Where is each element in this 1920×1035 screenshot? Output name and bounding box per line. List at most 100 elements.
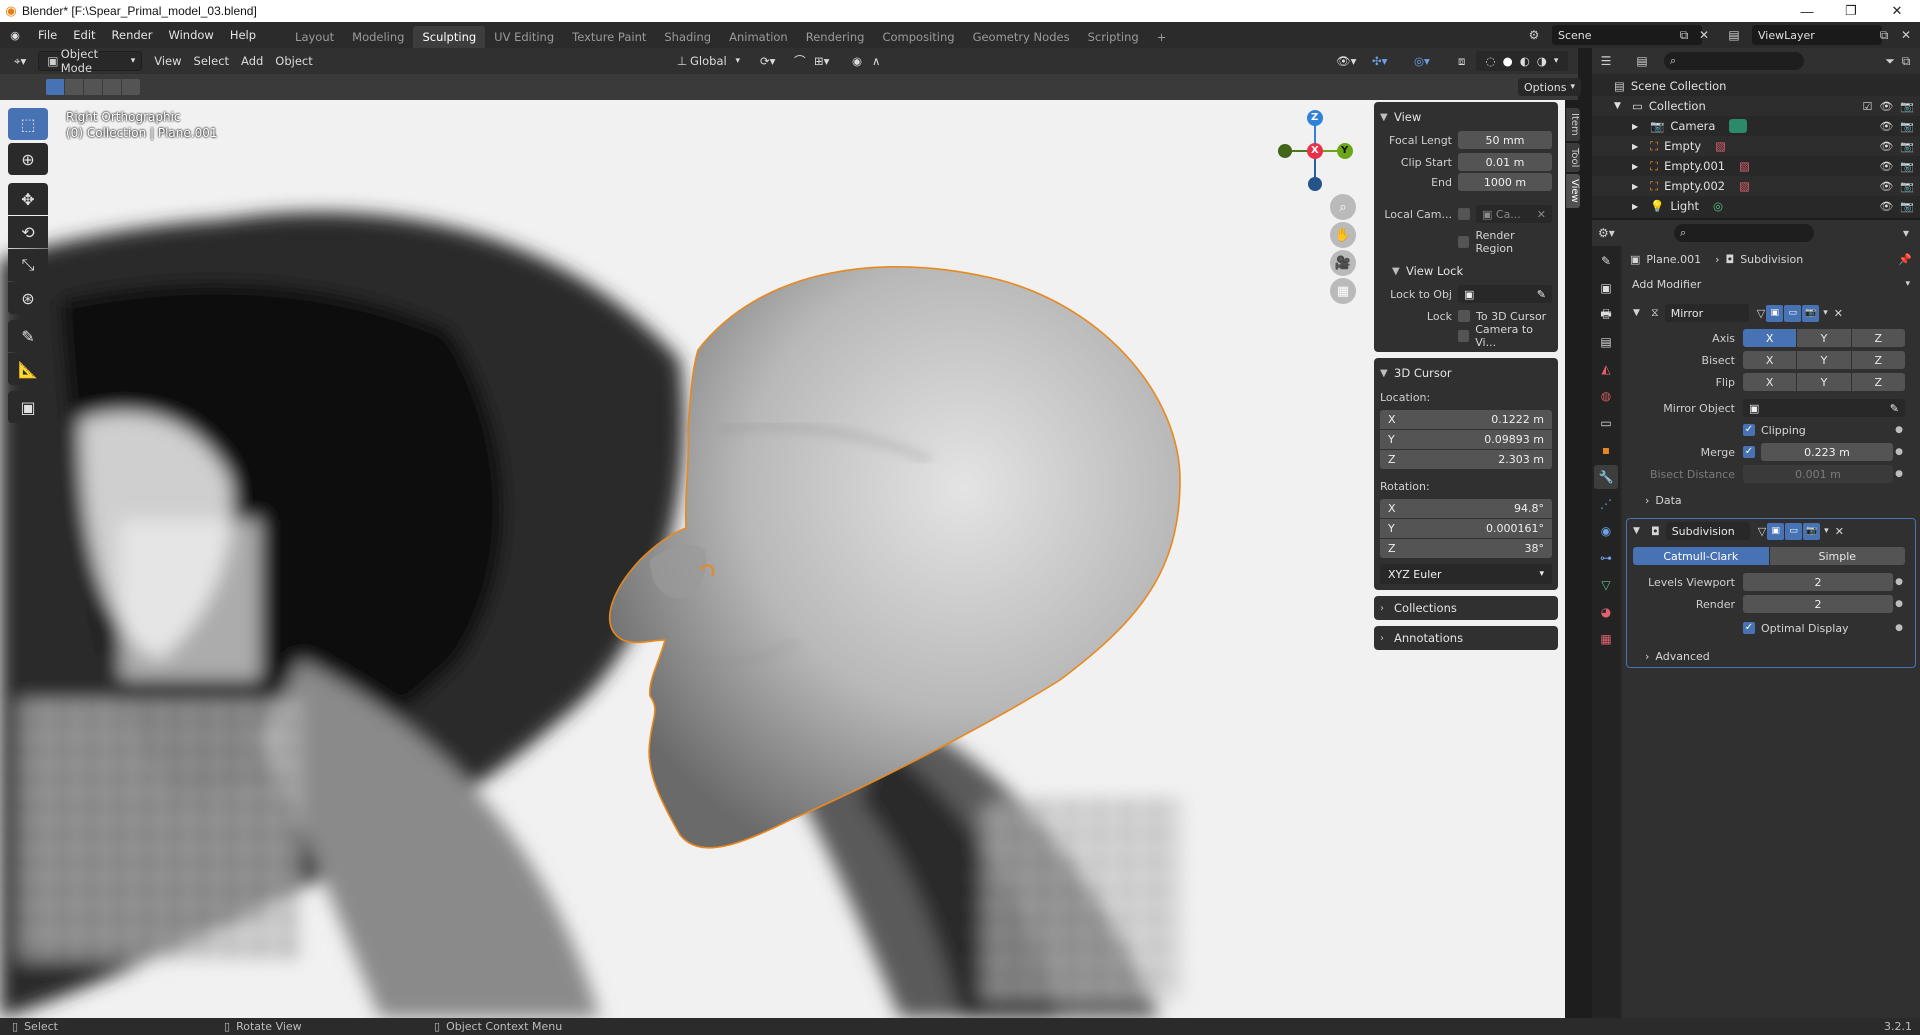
select-intersect-icon[interactable]: [122, 79, 140, 95]
bisect-y-toggle[interactable]: Y: [1797, 351, 1851, 369]
mode-selector[interactable]: ▣ Object Mode ▾: [38, 47, 143, 75]
chevron-right-icon[interactable]: ▶: [1632, 202, 1644, 211]
keyframe-dot-icon[interactable]: ●: [1893, 577, 1905, 587]
gizmo-toggle-icon[interactable]: ✣▾: [1366, 51, 1393, 71]
clip-start-field[interactable]: 0.01 m: [1458, 153, 1552, 171]
rotation-mode-dropdown[interactable]: XYZ Euler ▾: [1380, 564, 1552, 584]
local-camera-checkbox[interactable]: [1458, 208, 1470, 220]
cursor-rotation-x[interactable]: X 94.8°: [1380, 499, 1552, 518]
maximize-icon[interactable]: ❐: [1828, 0, 1874, 22]
tab-compositing[interactable]: Compositing: [873, 26, 963, 48]
chevron-down-icon[interactable]: ▾: [1898, 225, 1914, 241]
render-region-checkbox[interactable]: [1458, 236, 1470, 248]
edit-mode-cage-icon[interactable]: ▽: [1757, 307, 1765, 320]
material-tab-icon[interactable]: ◕: [1594, 600, 1618, 624]
zoom-icon[interactable]: ⌕: [1330, 194, 1356, 220]
outliner-item-empty-001[interactable]: ▶ ⛶ Empty.001 ▧ 👁 📷: [1592, 156, 1920, 176]
visibility-icon[interactable]: 👁▾: [1330, 51, 1362, 71]
camera-render-icon[interactable]: 📷: [1900, 100, 1914, 113]
falloff-icon[interactable]: ∧: [866, 51, 886, 71]
menu-select[interactable]: Select: [188, 51, 235, 71]
editor-type-icon[interactable]: ⚙▾: [1598, 225, 1615, 241]
new-scene-icon[interactable]: ⧉: [1676, 27, 1692, 43]
focal-length-field[interactable]: 50 mm: [1458, 131, 1552, 149]
local-camera-field[interactable]: ▣ Ca... ✕: [1476, 205, 1552, 223]
move-icon[interactable]: ✥: [8, 183, 48, 215]
close-icon[interactable]: ✕: [1835, 525, 1844, 538]
data-subpanel[interactable]: › Data: [1627, 489, 1915, 511]
proportional-edit-icon[interactable]: ◉: [846, 51, 868, 71]
merge-checkbox[interactable]: ✓: [1743, 446, 1755, 458]
tab-item[interactable]: Item: [1566, 108, 1580, 141]
tab-tool[interactable]: Tool: [1566, 142, 1580, 173]
add-modifier-button[interactable]: Add Modifier ▾: [1626, 274, 1916, 294]
simple-toggle[interactable]: Simple: [1769, 547, 1905, 565]
add-workspace-icon[interactable]: +: [1148, 26, 1176, 48]
menu-view[interactable]: View: [148, 51, 187, 71]
tool-tab-icon[interactable]: ✎: [1594, 249, 1618, 273]
camera-render-icon[interactable]: 📷: [1900, 200, 1914, 213]
menu-help[interactable]: Help: [222, 22, 264, 48]
wireframe-shading-icon[interactable]: ◌: [1486, 54, 1496, 68]
options-dropdown[interactable]: Options ▾: [1518, 78, 1581, 96]
axis-y-toggle[interactable]: Y: [1797, 329, 1851, 347]
select-subtract-icon[interactable]: [84, 79, 102, 95]
constraints-tab-icon[interactable]: ⊶: [1594, 546, 1618, 570]
camera-to-view-checkbox[interactable]: [1458, 330, 1470, 342]
object-tab-icon[interactable]: ▪: [1594, 438, 1618, 462]
render-levels-field[interactable]: 2: [1743, 595, 1893, 613]
flip-x-toggle[interactable]: X: [1743, 373, 1797, 391]
chevron-down-icon[interactable]: ▼: [1633, 308, 1645, 318]
axis-x-toggle[interactable]: X: [1743, 329, 1797, 347]
render-icon[interactable]: 📷: [1803, 522, 1821, 540]
pin-icon[interactable]: 📌: [1898, 253, 1912, 266]
keyframe-dot-icon[interactable]: ●: [1893, 599, 1905, 609]
chevron-right-icon[interactable]: ▶: [1632, 182, 1644, 191]
outliner-item-empty[interactable]: ▶ ⛶ Empty ▧ 👁 📷: [1592, 136, 1920, 156]
outliner-collection[interactable]: ▼ ▭ Collection ☑ 👁 📷: [1592, 96, 1920, 116]
snap-target-icon[interactable]: ⊞▾: [808, 51, 835, 71]
editor-type-icon[interactable]: ☰: [1598, 53, 1614, 69]
render-tab-icon[interactable]: ▣: [1594, 276, 1618, 300]
display-mode-icon[interactable]: ▤: [1634, 53, 1650, 69]
chevron-down-icon[interactable]: ▼: [1633, 526, 1645, 536]
bisect-z-toggle[interactable]: Z: [1851, 351, 1905, 369]
realtime-icon[interactable]: ▭: [1785, 522, 1803, 540]
xray-icon[interactable]: ⧈: [1452, 51, 1471, 71]
camera-render-icon[interactable]: 📷: [1900, 160, 1914, 173]
image-data-icon[interactable]: ▧: [1715, 139, 1726, 153]
chevron-right-icon[interactable]: ▶: [1632, 162, 1644, 171]
camera-render-icon[interactable]: 📷: [1900, 140, 1914, 153]
lock-to-object-field[interactable]: ▣ ✎: [1458, 285, 1552, 303]
view-layer-icon[interactable]: ▤: [1726, 27, 1742, 43]
tab-rendering[interactable]: Rendering: [797, 26, 874, 48]
close-icon[interactable]: ✕: [1874, 0, 1920, 22]
camera-view-icon[interactable]: 🎥: [1330, 250, 1356, 276]
light-data-icon[interactable]: ◎: [1713, 199, 1723, 213]
keyframe-dot-icon[interactable]: ●: [1893, 469, 1905, 479]
image-data-icon[interactable]: ▧: [1739, 179, 1750, 193]
menu-window[interactable]: Window: [160, 22, 221, 48]
cursor-icon[interactable]: ⊕: [8, 143, 48, 175]
add-cube-icon[interactable]: ▣: [8, 391, 48, 423]
tab-animation[interactable]: Animation: [720, 26, 797, 48]
menu-add[interactable]: Add: [235, 51, 269, 71]
delete-view-layer-icon[interactable]: ✕: [1898, 27, 1914, 43]
select-box-icon[interactable]: ⬚: [8, 108, 48, 140]
tab-uv-editing[interactable]: UV Editing: [485, 26, 563, 48]
view-panel-header[interactable]: ▼ View: [1380, 106, 1552, 128]
subdivision-name-field[interactable]: Subdivision: [1665, 522, 1750, 540]
menu-file[interactable]: File: [30, 22, 65, 48]
editor-type-icon[interactable]: ⌖▾: [8, 51, 32, 71]
tab-scripting[interactable]: Scripting: [1079, 26, 1148, 48]
eye-icon[interactable]: 👁: [1879, 160, 1893, 173]
material-shading-icon[interactable]: ◐: [1520, 54, 1530, 68]
select-invert-icon[interactable]: [103, 79, 121, 95]
collections-panel[interactable]: › Collections: [1374, 596, 1558, 620]
optimal-display-checkbox[interactable]: ✓: [1743, 622, 1755, 634]
mirror-object-field[interactable]: ▣ ✎: [1743, 399, 1905, 417]
eye-icon[interactable]: 👁: [1879, 100, 1893, 113]
perspective-toggle-icon[interactable]: ▦: [1330, 278, 1356, 304]
outliner-scene-collection[interactable]: ▤ Scene Collection: [1592, 76, 1920, 96]
eyedropper-icon[interactable]: ✎: [1537, 288, 1546, 301]
